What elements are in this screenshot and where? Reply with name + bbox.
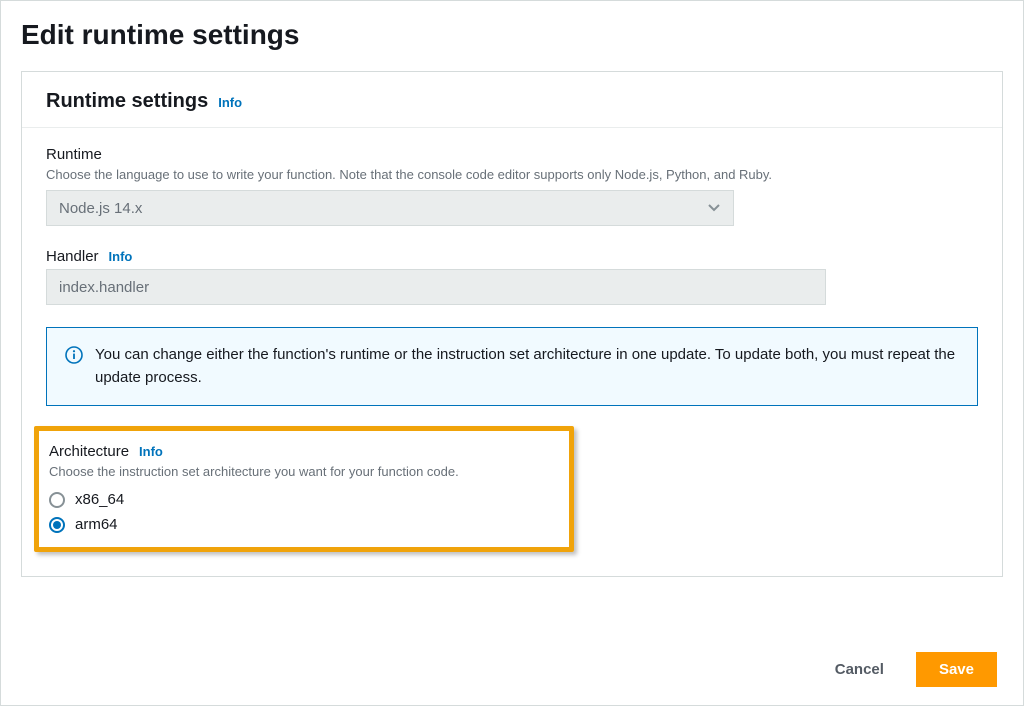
handler-info-link[interactable]: Info xyxy=(109,249,133,264)
handler-field: Handler Info index.handler xyxy=(46,248,978,305)
handler-input[interactable]: index.handler xyxy=(46,269,826,305)
radio-dot-icon xyxy=(53,521,61,529)
panel-info-link[interactable]: Info xyxy=(218,95,242,110)
cancel-button[interactable]: Cancel xyxy=(819,653,900,686)
radio-icon-selected xyxy=(49,517,65,533)
info-icon xyxy=(65,346,83,364)
info-notice-text: You can change either the function's run… xyxy=(95,344,959,389)
footer: Cancel Save xyxy=(21,630,1003,687)
panel-header: Runtime settings Info xyxy=(22,72,1002,128)
runtime-select-value: Node.js 14.x xyxy=(46,190,734,226)
info-notice: You can change either the function's run… xyxy=(46,327,978,406)
architecture-option-label: x86_64 xyxy=(75,491,124,508)
panel-title: Runtime settings xyxy=(46,90,208,113)
runtime-label: Runtime xyxy=(46,146,102,163)
architecture-option-arm64[interactable]: arm64 xyxy=(49,512,559,537)
handler-label: Handler xyxy=(46,248,99,265)
panel-body: Runtime Choose the language to use to wr… xyxy=(22,128,1002,576)
page-title: Edit runtime settings xyxy=(21,19,1003,51)
save-button[interactable]: Save xyxy=(916,652,997,687)
architecture-option-label: arm64 xyxy=(75,516,118,533)
dialog-edit-runtime-settings: Edit runtime settings Runtime settings I… xyxy=(0,0,1024,706)
chevron-down-icon xyxy=(708,199,720,217)
runtime-help: Choose the language to use to write your… xyxy=(46,167,978,182)
radio-icon xyxy=(49,492,65,508)
runtime-select[interactable]: Node.js 14.x xyxy=(46,190,734,226)
runtime-field: Runtime Choose the language to use to wr… xyxy=(46,146,978,226)
architecture-section-highlighted: Architecture Info Choose the instruction… xyxy=(34,426,574,552)
architecture-help: Choose the instruction set architecture … xyxy=(49,464,559,479)
architecture-info-link[interactable]: Info xyxy=(139,444,163,459)
runtime-settings-panel: Runtime settings Info Runtime Choose the… xyxy=(21,71,1003,577)
architecture-option-x86_64[interactable]: x86_64 xyxy=(49,487,559,512)
architecture-label: Architecture xyxy=(49,443,129,460)
